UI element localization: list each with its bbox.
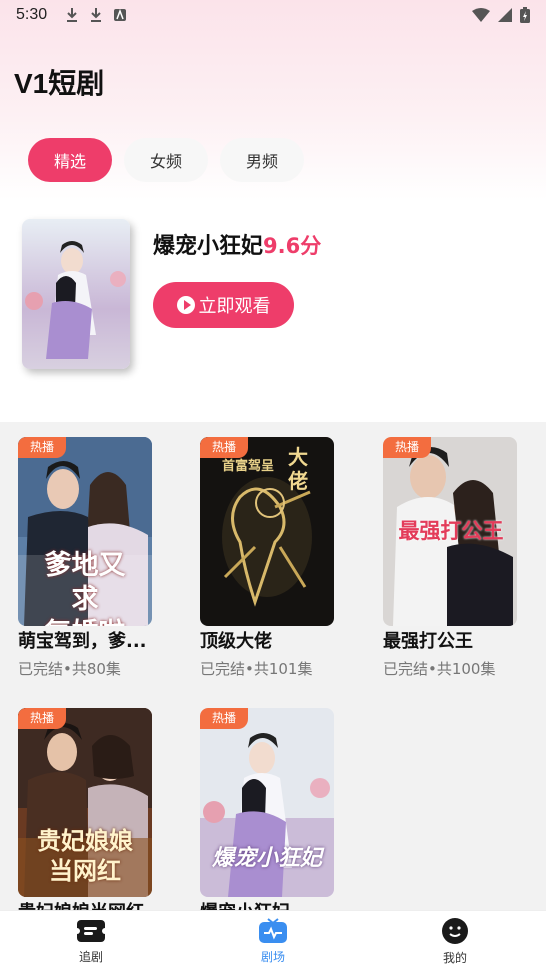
play-icon: [176, 296, 195, 314]
featured-score: 9.6分: [263, 234, 322, 258]
hot-badge: 热播: [200, 708, 249, 729]
drama-episodes: 已完结•共100集: [383, 660, 496, 678]
nav-item-theater[interactable]: 剧场: [213, 918, 333, 965]
featured-title-row: 爆宠小狂妃 9.6分: [153, 228, 321, 260]
drama-card[interactable]: 贵妃娘娘当网红 热播 贵妃娘娘当网红: [18, 708, 158, 910]
nav-label: 剧场: [260, 950, 285, 964]
drama-card[interactable]: 首富驾呈 大佬 热播 顶级大佬 已完结•共101集: [200, 437, 340, 679]
drama-cover-image: 贵妃娘娘 当网红 热播: [18, 708, 152, 897]
tab-male[interactable]: 男频: [220, 138, 305, 182]
drama-cover-image: 首富驾呈 大佬 热播: [200, 437, 334, 626]
drama-cover-image: 爆宠小狂妃 热播: [200, 708, 334, 897]
battery-icon: [520, 7, 530, 23]
tv-icon: [259, 918, 287, 943]
nav-label: 我的: [442, 951, 467, 965]
wifi-icon: [472, 8, 490, 22]
drama-title: 顶级大佬: [200, 631, 272, 652]
drama-episodes: 已完结•共80集: [18, 660, 121, 678]
drama-cover-image: 爹地又求复婚啦 热播: [18, 437, 152, 626]
featured-cover-image[interactable]: [22, 219, 130, 369]
cover-title-art: 大佬: [288, 445, 308, 493]
tab-female[interactable]: 女频: [124, 138, 209, 182]
smiley-icon: [442, 918, 468, 944]
watch-now-label: 立即观看: [198, 296, 271, 317]
download-icon: [91, 8, 102, 22]
nav-item-following[interactable]: 追剧: [31, 918, 151, 965]
hot-badge: 热播: [200, 437, 249, 458]
ticket-icon: [76, 920, 106, 942]
drama-episodes: 已完结•共101集: [200, 660, 313, 678]
drama-card[interactable]: 最强打公王 热播 最强打公王 已完结•共100集: [383, 437, 523, 679]
hot-badge: 热播: [383, 437, 432, 458]
drama-title: 贵妃娘娘当网红: [18, 899, 158, 910]
drama-title: 萌宝驾到，爹...: [18, 631, 147, 652]
cover-title-art: 最强打公王: [398, 519, 504, 543]
app-title: V1短剧: [14, 68, 105, 99]
status-time: 5:30: [16, 6, 48, 23]
signal-icon: [498, 8, 512, 22]
tab-featured[interactable]: 精选: [28, 138, 113, 182]
category-tabs: 精选 女频 男频: [28, 138, 305, 182]
cover-title-art: 爆宠小狂妃: [211, 846, 322, 871]
bottom-navigation: 追剧 剧场 我的: [0, 910, 546, 972]
nav-item-profile[interactable]: 我的: [395, 917, 515, 966]
drama-title: 最强打公王: [383, 631, 473, 652]
hot-badge: 热播: [18, 437, 67, 458]
drama-card[interactable]: 爆宠小狂妃 热播 爆宠小狂妃: [200, 708, 340, 910]
nav-label: 追剧: [78, 950, 103, 964]
app-notification-icon: [114, 8, 127, 21]
featured-title[interactable]: 爆宠小狂妃: [153, 228, 263, 260]
drama-grid: 爹地又求复婚啦 热播 萌宝驾到，爹... 已完结•共80集 首富驾呈 大佬 热播…: [0, 422, 546, 910]
cover-title-art: 爹地又求复婚啦: [44, 550, 126, 626]
watch-now-button[interactable]: 立即观看: [153, 282, 294, 328]
drama-title: 爆宠小狂妃: [200, 899, 340, 910]
status-bar: 5:30: [0, 0, 546, 30]
download-icon: [67, 8, 78, 22]
drama-cover-image: 最强打公王 热播: [383, 437, 517, 626]
hot-badge: 热播: [18, 708, 67, 729]
drama-card[interactable]: 爹地又求复婚啦 热播 萌宝驾到，爹... 已完结•共80集: [18, 437, 158, 679]
cover-title-art: 贵妃娘娘 当网红: [37, 827, 133, 885]
